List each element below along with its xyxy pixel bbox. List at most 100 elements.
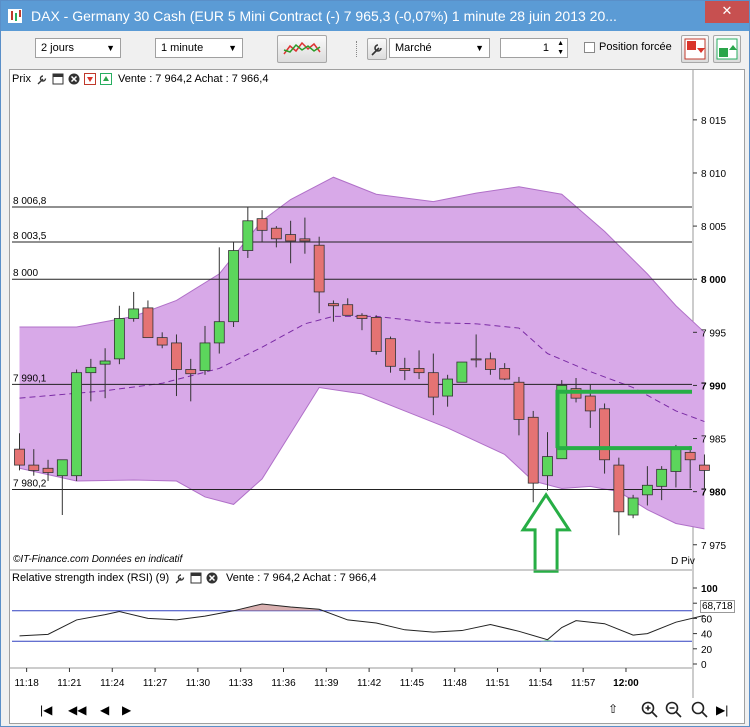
bearish-candle[interactable] bbox=[527, 416, 539, 484]
bearish-candle[interactable] bbox=[370, 317, 382, 352]
toolbar-separator bbox=[356, 41, 359, 57]
price-level-label: 8 000 bbox=[13, 268, 38, 279]
sell-icon bbox=[684, 38, 706, 60]
rsi-axis-label: 0 bbox=[701, 660, 707, 671]
wrench-icon[interactable] bbox=[36, 73, 49, 86]
bearish-candle[interactable] bbox=[256, 218, 268, 231]
forward-icon[interactable]: ▶ bbox=[122, 703, 131, 717]
window-icon[interactable] bbox=[190, 572, 202, 584]
interval-select[interactable]: 1 minute ▼ bbox=[155, 38, 243, 58]
bullish-candle[interactable] bbox=[670, 448, 682, 472]
bullish-candle[interactable] bbox=[99, 360, 111, 365]
price-chart[interactable]: 8 006,8 8 003,5 8 000 7 990,1 7 980,2 8 015 8 … bbox=[10, 70, 744, 723]
bullish-candle[interactable] bbox=[242, 220, 254, 251]
bullish-candle[interactable] bbox=[85, 366, 97, 374]
bearish-candle[interactable] bbox=[356, 314, 368, 319]
close-window-button[interactable]: ✕ bbox=[705, 1, 749, 23]
forced-position-checkbox[interactable] bbox=[584, 42, 595, 53]
bearish-candle[interactable] bbox=[470, 358, 482, 361]
bearish-candle[interactable] bbox=[599, 408, 610, 461]
bearish-candle[interactable] bbox=[313, 244, 325, 293]
quantity-stepper[interactable]: 1 ▲ ▼ bbox=[500, 38, 568, 58]
bullish-candle[interactable] bbox=[228, 250, 239, 323]
window-icon[interactable] bbox=[52, 73, 64, 85]
quantity-value: 1 bbox=[542, 42, 549, 54]
app-window: DAX - Germany 30 Cash (EUR 5 Mini Contra… bbox=[0, 0, 750, 727]
first-page-icon[interactable]: |◀ bbox=[40, 703, 52, 717]
page-up-icon[interactable]: ⇧ bbox=[608, 702, 618, 716]
bearish-candle[interactable] bbox=[427, 372, 439, 398]
bullish-candle[interactable] bbox=[128, 308, 140, 319]
time-axis-label: 11:45 bbox=[400, 678, 425, 689]
bearish-candle[interactable] bbox=[270, 227, 282, 240]
zoom-in-icon[interactable] bbox=[640, 700, 660, 720]
bullish-candle[interactable] bbox=[213, 321, 225, 344]
tools-button[interactable] bbox=[367, 38, 387, 60]
price-level-label: 8 006,8 bbox=[13, 196, 47, 207]
bullish-candle[interactable] bbox=[113, 318, 125, 360]
bearish-candle[interactable] bbox=[684, 451, 696, 461]
time-axis-label: 11:27 bbox=[143, 678, 168, 689]
bearish-candle[interactable] bbox=[699, 464, 710, 471]
bearish-candle[interactable] bbox=[42, 467, 54, 473]
bearish-candle[interactable] bbox=[613, 464, 625, 513]
bullish-candle[interactable] bbox=[442, 378, 454, 397]
price-axis-label: 7 995 bbox=[701, 328, 726, 339]
bearish-candle[interactable] bbox=[385, 338, 396, 367]
buy-button[interactable] bbox=[713, 35, 741, 63]
price-panel-quote: Vente : 7 964,2 Achat : 7 966,4 bbox=[118, 73, 269, 85]
bullish-candle[interactable] bbox=[199, 342, 211, 371]
time-axis-label: 11:48 bbox=[443, 678, 468, 689]
bullish-candle[interactable] bbox=[627, 497, 639, 516]
time-axis-label: 11:24 bbox=[100, 678, 125, 689]
buy-icon[interactable] bbox=[100, 73, 112, 85]
price-axis-label: 7 990 bbox=[701, 381, 726, 392]
bullish-candle[interactable] bbox=[456, 361, 468, 383]
close-icon[interactable] bbox=[206, 572, 218, 584]
stepper-arrows-icon[interactable]: ▲ ▼ bbox=[557, 39, 564, 57]
bearish-candle[interactable] bbox=[499, 368, 511, 380]
bullish-candle[interactable] bbox=[641, 484, 653, 496]
bullish-candle[interactable] bbox=[542, 456, 553, 477]
bearish-candle[interactable] bbox=[584, 395, 596, 412]
close-icon[interactable] bbox=[68, 73, 80, 85]
toolbar: 2 jours ▼ 1 minute ▼ Marché ▼ 1 ▲ ▼ Posi… bbox=[1, 31, 749, 67]
bearish-candle[interactable] bbox=[299, 238, 311, 242]
time-axis-label: 12:00 bbox=[613, 678, 639, 689]
rsi-axis-label: 20 bbox=[701, 645, 713, 656]
bullish-candle[interactable] bbox=[56, 459, 68, 477]
bullish-candle[interactable] bbox=[71, 372, 82, 477]
buy-icon bbox=[716, 38, 738, 60]
app-logo-icon bbox=[8, 9, 22, 23]
back-icon[interactable]: ◀ bbox=[100, 703, 109, 717]
zoom-out-icon[interactable] bbox=[664, 700, 684, 720]
time-axis-label: 11:21 bbox=[57, 678, 82, 689]
sell-button[interactable] bbox=[681, 35, 709, 63]
scroll-end-icon[interactable]: ▶| bbox=[716, 703, 728, 717]
bearish-candle[interactable] bbox=[485, 358, 496, 370]
rewind-icon[interactable]: ◀◀ bbox=[68, 703, 86, 717]
bearish-candle[interactable] bbox=[14, 448, 25, 466]
order-type-select[interactable]: Marché ▼ bbox=[389, 38, 490, 58]
zoom-reset-icon[interactable] bbox=[690, 700, 710, 720]
bearish-candle[interactable] bbox=[28, 464, 40, 471]
wrench-icon[interactable] bbox=[174, 572, 187, 585]
bearish-candle[interactable] bbox=[142, 307, 154, 339]
bearish-candle[interactable] bbox=[413, 368, 425, 374]
indicators-button[interactable] bbox=[277, 35, 327, 63]
period-select[interactable]: 2 jours ▼ bbox=[35, 38, 121, 58]
bearish-candle[interactable] bbox=[328, 303, 339, 307]
price-level-label: 7 980,2 bbox=[13, 479, 47, 490]
bearish-candle[interactable] bbox=[285, 234, 297, 242]
bullish-candle[interactable] bbox=[656, 468, 668, 487]
forced-position-label: Position forcée bbox=[599, 41, 672, 53]
bearish-candle[interactable] bbox=[171, 342, 182, 370]
bearish-candle[interactable] bbox=[513, 381, 525, 420]
bearish-candle[interactable] bbox=[342, 304, 354, 316]
price-panel-title: Prix bbox=[12, 73, 31, 85]
bearish-candle[interactable] bbox=[156, 337, 168, 346]
order-type-value: Marché bbox=[395, 42, 432, 54]
sell-icon[interactable] bbox=[84, 73, 96, 85]
bearish-candle[interactable] bbox=[399, 368, 411, 371]
bearish-candle[interactable] bbox=[185, 369, 197, 375]
